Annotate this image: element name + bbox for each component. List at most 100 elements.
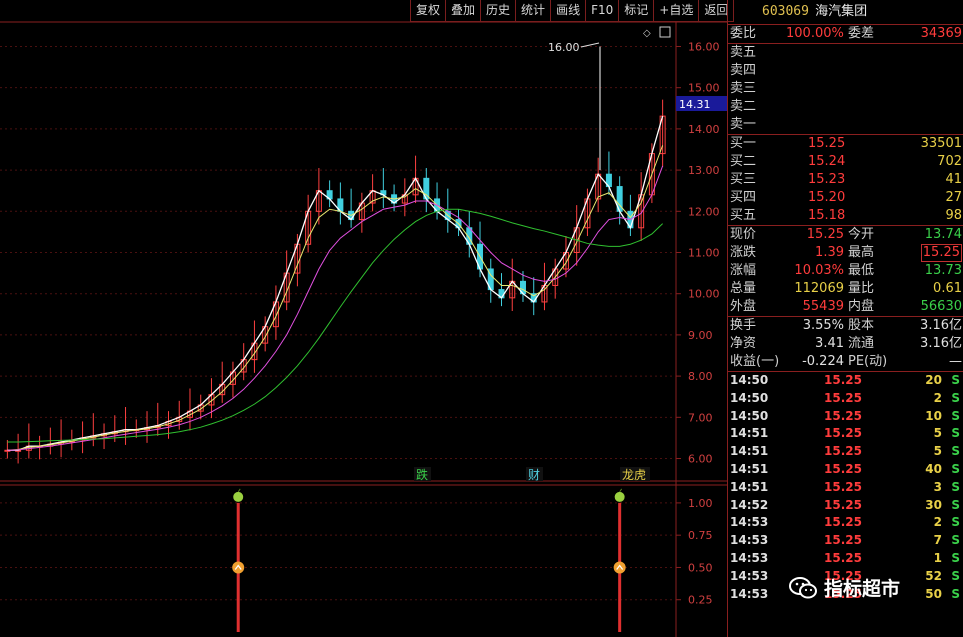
bid-book: 买一 15.25 33501 买二 15.24 702 买三 15.23 41 买四 15.2… <box>728 135 963 226</box>
fundamental-value: 3.16亿 <box>920 336 962 351</box>
bid-row[interactable]: 买一 15.25 33501 <box>728 135 963 153</box>
order-ratio-row: 委比 100.00% 委差 34369 <box>728 25 963 44</box>
toolbar-draw-button[interactable]: 画线 <box>550 0 587 22</box>
quote-value: 56630 <box>920 299 962 314</box>
bid-volume: 33501 <box>920 136 962 151</box>
tick-side: S <box>951 373 960 387</box>
toolbar-fuquan-button[interactable]: 复权 <box>410 0 447 22</box>
quote-label: 总量 <box>730 281 757 296</box>
tick-volume: 3 <box>933 479 942 494</box>
y-tick-label: 14.00 <box>688 123 720 136</box>
order-ratio-value: 100.00% <box>786 26 844 41</box>
toolbar-mark-button[interactable]: 标记 <box>618 0 655 22</box>
event-marker-label: 财 <box>528 468 540 482</box>
bid-label: 买二 <box>730 154 757 169</box>
stock-header: 603069 海汽集团 <box>728 0 963 25</box>
order-ratio-label: 委比 <box>730 26 757 41</box>
tick-volume: 2 <box>933 515 942 530</box>
tick-volume: 52 <box>925 568 942 583</box>
tick-price: 15.25 <box>824 444 862 459</box>
stock-name: 海汽集团 <box>815 4 868 19</box>
apple-stem <box>619 488 623 493</box>
tick-time: 14:50 <box>730 373 769 387</box>
bid-row[interactable]: 买三 15.23 41 <box>728 171 963 189</box>
quote-label: 量比 <box>848 281 875 296</box>
apple-icon <box>614 491 625 502</box>
tick-time: 14:53 <box>730 568 769 583</box>
quote-label: 涨跌 <box>730 245 757 260</box>
bid-volume: 702 <box>937 154 962 169</box>
y-tick-label: 12.00 <box>688 205 720 218</box>
quote-value: 10.03% <box>794 263 844 278</box>
y-tick-label: 6.00 <box>688 453 713 466</box>
kline-chart[interactable]: 1.00 0.75 0.50 0.25 16.00 15.00 14.00 13.00 12.… <box>0 0 727 637</box>
tick-side: S <box>951 408 960 423</box>
bid-price: 15.24 <box>808 154 846 169</box>
y-tick-label: 8.00 <box>688 370 713 383</box>
tick-row: 14:51 15.25 5 S <box>728 443 963 461</box>
tick-volume: 20 <box>925 373 942 387</box>
indicator-tick-label: 0.25 <box>688 594 713 607</box>
bid-row[interactable]: 买四 15.20 27 <box>728 189 963 207</box>
tick-time: 14:53 <box>730 515 769 530</box>
quote-label: 最高 <box>848 245 875 260</box>
apple-stem <box>237 488 241 493</box>
y-tick-label: 13.00 <box>688 164 720 177</box>
watermark-text: 指标超市 <box>824 578 901 600</box>
ma-line-2 <box>7 145 664 451</box>
ask-label: 卖三 <box>730 81 757 96</box>
ma-line-1 <box>7 115 664 451</box>
toolbar-stats-button[interactable]: 统计 <box>515 0 552 22</box>
high-annotation: 16.00 <box>548 41 600 54</box>
y-tick-label: 10.00 <box>688 288 720 301</box>
indicator-tick-label: 1.00 <box>688 497 713 510</box>
tick-time: 14:50 <box>730 390 769 405</box>
fundamental-value: 3.16亿 <box>920 318 962 333</box>
ask-row: 卖二 <box>728 98 963 116</box>
tick-volume: 40 <box>925 461 942 476</box>
tick-row: 14:52 15.25 30 S <box>728 497 963 515</box>
chart-toolbar: 复权 叠加 历史 统计 画线 F10 标记 +自选 返回 <box>410 0 735 22</box>
fundamental-label: PE(动) <box>848 354 888 369</box>
apple-icon <box>233 491 244 502</box>
toolbar-history-button[interactable]: 历史 <box>480 0 517 22</box>
quote-row: 外盘 55439 内盘 56630 <box>728 298 963 316</box>
indicator-tick-label: 0.75 <box>688 529 713 542</box>
y-tick-label: 11.00 <box>688 247 720 260</box>
quote-label: 内盘 <box>848 299 875 314</box>
bid-label: 买一 <box>730 136 757 151</box>
diamond-icon[interactable]: ◇ <box>643 28 651 39</box>
bid-price: 15.23 <box>808 172 846 187</box>
expand-icon[interactable] <box>659 26 671 38</box>
tick-time: 14:51 <box>730 444 769 459</box>
tick-volume: 5 <box>933 444 942 459</box>
bid-row[interactable]: 买五 15.18 98 <box>728 207 963 225</box>
tick-time: 14:51 <box>730 461 769 476</box>
bid-label: 买四 <box>730 190 757 205</box>
watermark: 指标超市 <box>788 574 900 601</box>
toolbar-add-watchlist-button[interactable]: +自选 <box>653 0 700 22</box>
event-marker-label: 龙虎 <box>622 468 646 482</box>
ask-label: 卖一 <box>730 117 757 132</box>
bid-price: 15.20 <box>808 190 846 205</box>
fundamental-label: 股本 <box>848 318 875 333</box>
tick-row: 14:51 15.25 3 S <box>728 479 963 497</box>
quote-value: 1.39 <box>815 245 844 260</box>
bid-row[interactable]: 买二 15.24 702 <box>728 153 963 171</box>
bid-label: 买三 <box>730 172 757 187</box>
chart-corner-icons[interactable]: ◇ <box>643 26 671 39</box>
fundamental-value: 3.55% <box>802 318 844 333</box>
tick-list[interactable]: 14:50 15.25 20 S 14:50 15.25 2 S 14:50 15.… <box>728 372 963 603</box>
toolbar-f10-button[interactable]: F10 <box>585 0 620 22</box>
y-tick-label: 7.00 <box>688 411 713 424</box>
bid-volume: 41 <box>945 172 962 187</box>
tick-time: 14:51 <box>730 426 769 441</box>
toolbar-overlay-button[interactable]: 叠加 <box>445 0 482 22</box>
y-tick-label: 9.00 <box>688 329 713 342</box>
quote-row: 涨幅 10.03% 最低 13.73 <box>728 262 963 280</box>
ask-label: 卖四 <box>730 63 757 78</box>
tick-side: S <box>951 497 960 512</box>
quote-row: 现价 15.25 今开 13.74 <box>728 226 963 244</box>
ask-row: 卖四 <box>728 62 963 80</box>
y-tick-label: 15.00 <box>688 82 720 95</box>
